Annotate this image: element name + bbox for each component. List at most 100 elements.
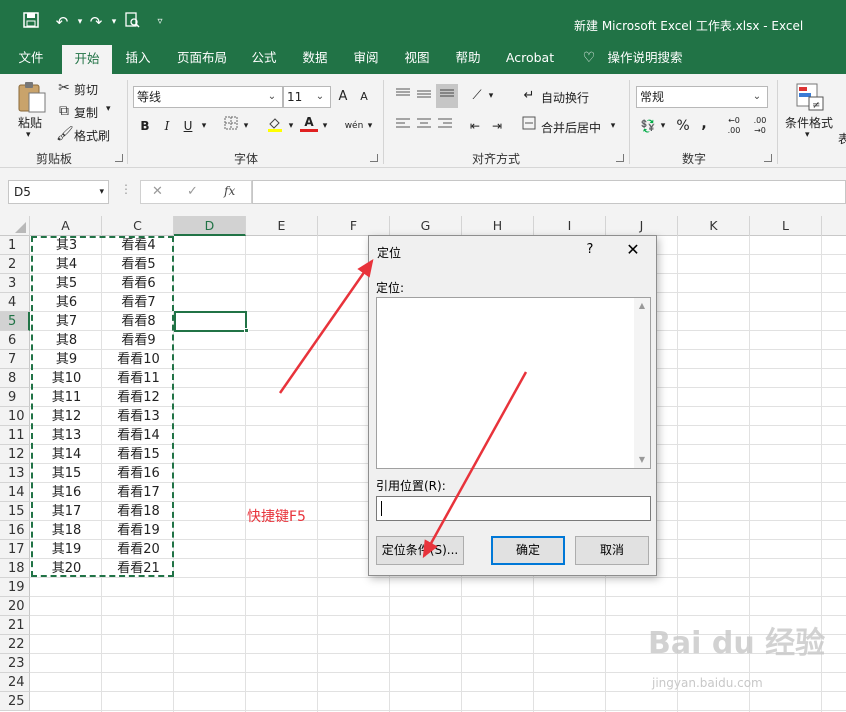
row-header[interactable]: 3 <box>0 274 30 293</box>
row-header[interactable]: 17 <box>0 540 30 559</box>
customize-icon[interactable]: ▿ <box>150 12 170 32</box>
row-header[interactable]: 14 <box>0 483 30 502</box>
align-top-icon[interactable] <box>394 86 412 106</box>
number-format-combo[interactable]: 常规 ⌄ <box>636 86 768 108</box>
increase-indent-icon[interactable]: ⇥ <box>488 116 506 136</box>
conditional-formatting-button[interactable]: 条件格式 <box>785 114 833 131</box>
column-header[interactable]: C <box>102 216 174 236</box>
fill-color-icon[interactable] <box>266 116 284 136</box>
format-as-table-button[interactable]: 表 <box>838 130 846 147</box>
column-header[interactable]: D <box>174 216 246 236</box>
number-launcher-icon[interactable] <box>764 154 772 162</box>
format-painter-button[interactable]: 格式刷 <box>74 127 110 144</box>
tell-me-search[interactable]: 操作说明搜索 <box>604 42 686 74</box>
borders-dropdown-icon[interactable]: ▾ <box>241 116 251 136</box>
align-middle-icon[interactable] <box>415 86 433 106</box>
row-header[interactable]: 16 <box>0 521 30 540</box>
row-header[interactable]: 21 <box>0 616 30 635</box>
insert-function-button[interactable]: fx <box>224 184 235 198</box>
enter-icon[interactable]: ✓ <box>187 184 198 199</box>
ok-button[interactable]: 确定 <box>491 536 565 565</box>
row-header[interactable]: 20 <box>0 597 30 616</box>
phonetic-button[interactable]: wén <box>343 116 365 136</box>
italic-button[interactable]: I <box>159 116 175 136</box>
select-all-corner[interactable] <box>0 216 30 236</box>
row-header[interactable]: 12 <box>0 445 30 464</box>
paste-icon[interactable] <box>16 80 48 114</box>
scroll-down-icon[interactable]: ▼ <box>634 452 650 468</box>
row-header[interactable]: 19 <box>0 578 30 597</box>
underline-button[interactable]: U <box>180 116 196 136</box>
font-launcher-icon[interactable] <box>370 154 378 162</box>
merge-center-button[interactable]: 合并后居中 <box>541 119 601 136</box>
align-bottom-icon[interactable] <box>436 84 458 108</box>
column-header[interactable]: K <box>678 216 750 236</box>
redo-icon[interactable]: ↷ <box>86 12 106 32</box>
merge-center-icon[interactable] <box>521 116 537 136</box>
help-button[interactable]: ? <box>581 240 599 260</box>
row-header[interactable]: 15 <box>0 502 30 521</box>
column-header[interactable]: I <box>534 216 606 236</box>
tab-home[interactable]: 开始 <box>62 45 112 74</box>
column-header[interactable]: G <box>390 216 462 236</box>
row-header[interactable]: 1 <box>0 236 30 255</box>
chevron-down-icon[interactable]: ⌄ <box>749 87 765 107</box>
underline-dropdown-icon[interactable]: ▾ <box>199 116 209 136</box>
close-icon[interactable]: ✕ <box>619 238 647 262</box>
column-header[interactable] <box>822 216 846 236</box>
shrink-font-button[interactable]: A <box>356 87 372 107</box>
tab-data[interactable]: 数据 <box>294 42 336 74</box>
tab-formulas[interactable]: 公式 <box>244 42 284 74</box>
redo-dropdown-icon[interactable]: ▾ <box>104 12 124 32</box>
merge-dropdown-icon[interactable]: ▾ <box>608 116 618 136</box>
align-center-icon[interactable] <box>415 116 433 136</box>
font-size-combo[interactable]: 11 ⌄ <box>283 86 331 108</box>
row-header[interactable]: 6 <box>0 331 30 350</box>
print-preview-icon[interactable] <box>122 12 142 32</box>
accounting-dropdown-icon[interactable]: ▾ <box>658 116 668 136</box>
goto-list[interactable]: ▲ ▼ <box>376 297 651 469</box>
tab-acrobat[interactable]: Acrobat <box>500 42 560 74</box>
undo-icon[interactable]: ↶ <box>52 12 72 32</box>
orientation-dropdown-icon[interactable]: ▾ <box>486 86 496 106</box>
tab-view[interactable]: 视图 <box>396 42 438 74</box>
column-header[interactable]: E <box>246 216 318 236</box>
row-header[interactable]: 8 <box>0 369 30 388</box>
row-header[interactable]: 5 <box>0 312 30 331</box>
lightbulb-icon[interactable]: ♡ <box>578 42 600 74</box>
cut-icon[interactable]: ✂ <box>56 80 72 96</box>
copy-button[interactable]: 复制 <box>74 104 98 121</box>
column-header[interactable]: L <box>750 216 822 236</box>
column-header[interactable]: H <box>462 216 534 236</box>
phonetic-dropdown-icon[interactable]: ▾ <box>365 116 375 136</box>
active-cell[interactable] <box>174 311 247 332</box>
column-header[interactable]: A <box>30 216 102 236</box>
format-painter-icon[interactable]: 🖌 <box>56 126 74 142</box>
decrease-decimal-icon[interactable]: .00 →0 <box>750 116 770 136</box>
fill-handle[interactable] <box>244 328 249 333</box>
align-right-icon[interactable] <box>436 116 454 136</box>
chevron-down-icon[interactable]: ⌄ <box>312 87 328 107</box>
fill-color-dropdown-icon[interactable]: ▾ <box>286 116 296 136</box>
row-header[interactable]: 23 <box>0 654 30 673</box>
cancel-button[interactable]: 取消 <box>575 536 649 565</box>
column-header[interactable]: J <box>606 216 678 236</box>
conditional-dropdown-icon[interactable]: ▾ <box>805 130 810 140</box>
scroll-up-icon[interactable]: ▲ <box>634 298 650 314</box>
wrap-text-icon[interactable]: ↵ <box>521 86 537 106</box>
increase-decimal-icon[interactable]: ←0.00 <box>724 116 744 136</box>
list-scrollbar[interactable]: ▲ ▼ <box>634 298 650 468</box>
paste-dropdown-icon[interactable]: ▾ <box>26 130 31 140</box>
row-header[interactable]: 18 <box>0 559 30 578</box>
copy-icon[interactable]: ⧉ <box>56 103 72 119</box>
tab-insert[interactable]: 插入 <box>118 42 158 74</box>
copy-dropdown-icon[interactable]: ▾ <box>106 104 111 114</box>
reference-input[interactable] <box>376 496 651 521</box>
tab-page-layout[interactable]: 页面布局 <box>170 42 234 74</box>
row-header[interactable]: 4 <box>0 293 30 312</box>
wrap-text-button[interactable]: 自动换行 <box>541 89 589 106</box>
alignment-launcher-icon[interactable] <box>616 154 624 162</box>
decrease-indent-icon[interactable]: ⇤ <box>466 116 484 136</box>
row-header[interactable]: 24 <box>0 673 30 692</box>
save-icon[interactable] <box>21 12 41 32</box>
